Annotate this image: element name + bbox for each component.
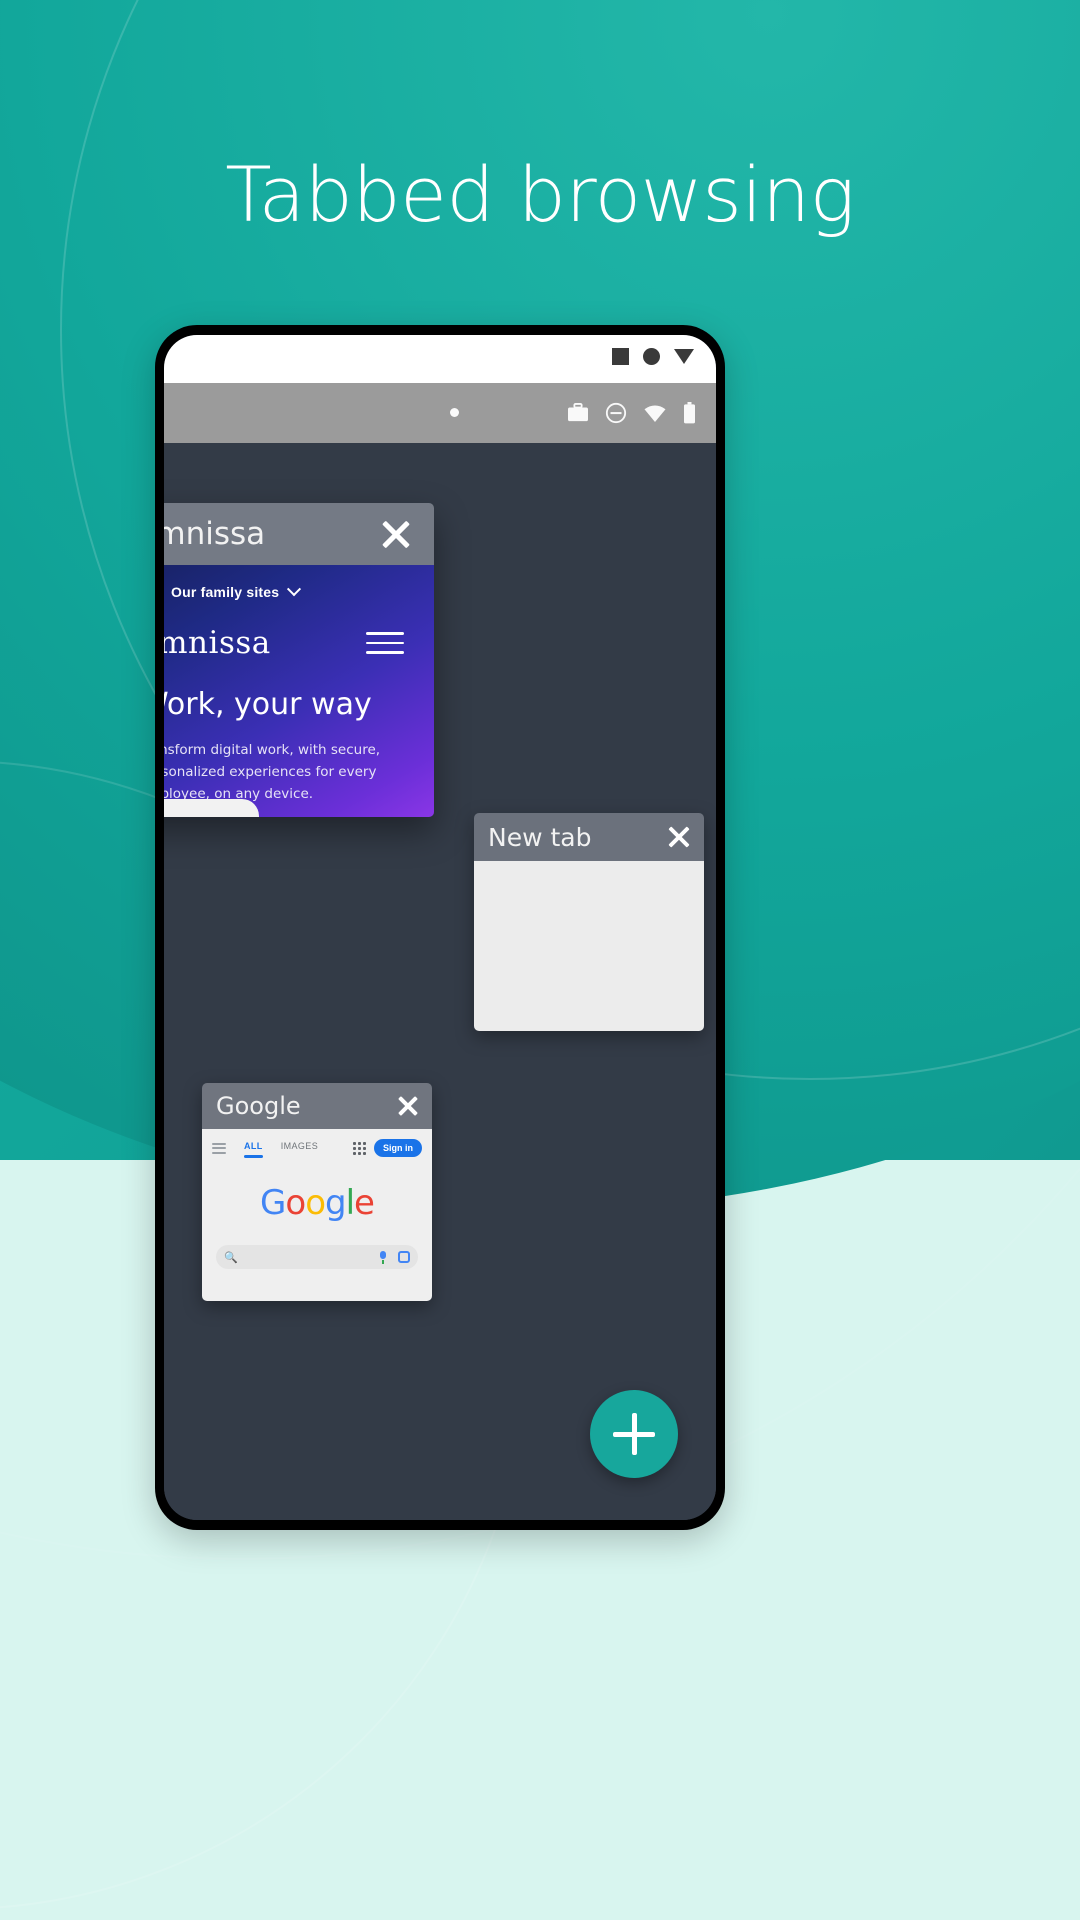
microphone-icon[interactable] <box>379 1250 387 1264</box>
phone-mockup: New tab Google ALL IMAGES Sign in Google… <box>155 325 725 1530</box>
hamburger-menu-icon[interactable] <box>212 1142 226 1154</box>
notification-dot-icon <box>450 408 459 417</box>
battery-icon <box>683 402 696 424</box>
google-tab-all[interactable]: ALL <box>244 1141 263 1158</box>
tab-card-header: New tab <box>474 813 704 861</box>
tab-card-omnissa[interactable]: Omnissa Our family sites omnissa Work, y… <box>164 503 434 817</box>
chevron-down-icon[interactable] <box>287 582 302 597</box>
plus-icon <box>613 1413 655 1455</box>
tab-title: Google <box>216 1092 301 1120</box>
tab-preview-blank[interactable] <box>474 861 704 1031</box>
briefcase-icon <box>567 403 589 423</box>
tab-card-header: Omnissa <box>164 503 434 565</box>
status-bar <box>164 383 716 443</box>
search-icon: 🔍 <box>224 1251 238 1264</box>
square-icon[interactable] <box>612 348 629 365</box>
close-icon[interactable] <box>394 1092 422 1120</box>
family-sites-row[interactable]: Our family sites <box>164 581 434 603</box>
google-tab-images[interactable]: IMAGES <box>281 1141 318 1155</box>
google-toolbar: ALL IMAGES Sign in <box>202 1135 432 1161</box>
triangle-icon[interactable] <box>674 349 694 364</box>
hero-paragraph: Transform digital work, with secure, per… <box>164 742 381 802</box>
omnissa-wordmark: omnissa <box>164 625 271 661</box>
close-icon[interactable] <box>376 514 416 554</box>
do-not-disturb-icon <box>605 402 627 424</box>
system-nav-icons <box>612 348 694 365</box>
new-tab-button[interactable] <box>590 1390 678 1478</box>
screen-top-strip <box>164 335 716 383</box>
wifi-icon <box>643 403 667 423</box>
circle-icon[interactable] <box>643 348 660 365</box>
brand-row: omnissa <box>164 625 434 661</box>
tab-preview-omnissa[interactable]: Our family sites omnissa Work, your way … <box>164 565 434 817</box>
tab-card-new-tab[interactable]: New tab <box>474 813 704 1031</box>
tab-switcher: New tab Google ALL IMAGES Sign in Google… <box>164 443 716 1520</box>
phone-screen: New tab Google ALL IMAGES Sign in Google… <box>164 335 716 1520</box>
hamburger-menu-icon[interactable] <box>366 632 404 654</box>
tab-title: Omnissa <box>164 516 266 552</box>
tab-preview-google[interactable]: ALL IMAGES Sign in Google 🔍 <box>202 1129 432 1301</box>
hero-headline: Work, your way <box>164 687 372 722</box>
google-lens-icon[interactable] <box>398 1251 410 1263</box>
google-search-box[interactable]: 🔍 <box>216 1245 418 1269</box>
tab-card-google[interactable]: Google ALL IMAGES Sign in Google 🔍 <box>202 1083 432 1301</box>
tab-title: New tab <box>488 822 592 852</box>
page-title: Tabbed browsing <box>225 150 855 239</box>
hero-cta-button[interactable] <box>164 799 259 817</box>
close-icon[interactable] <box>664 822 694 852</box>
google-logo: Google <box>260 1183 375 1223</box>
sign-in-button[interactable]: Sign in <box>374 1139 422 1157</box>
tab-card-header: Google <box>202 1083 432 1129</box>
family-sites-label: Our family sites <box>171 584 280 600</box>
apps-grid-icon[interactable] <box>353 1141 366 1155</box>
